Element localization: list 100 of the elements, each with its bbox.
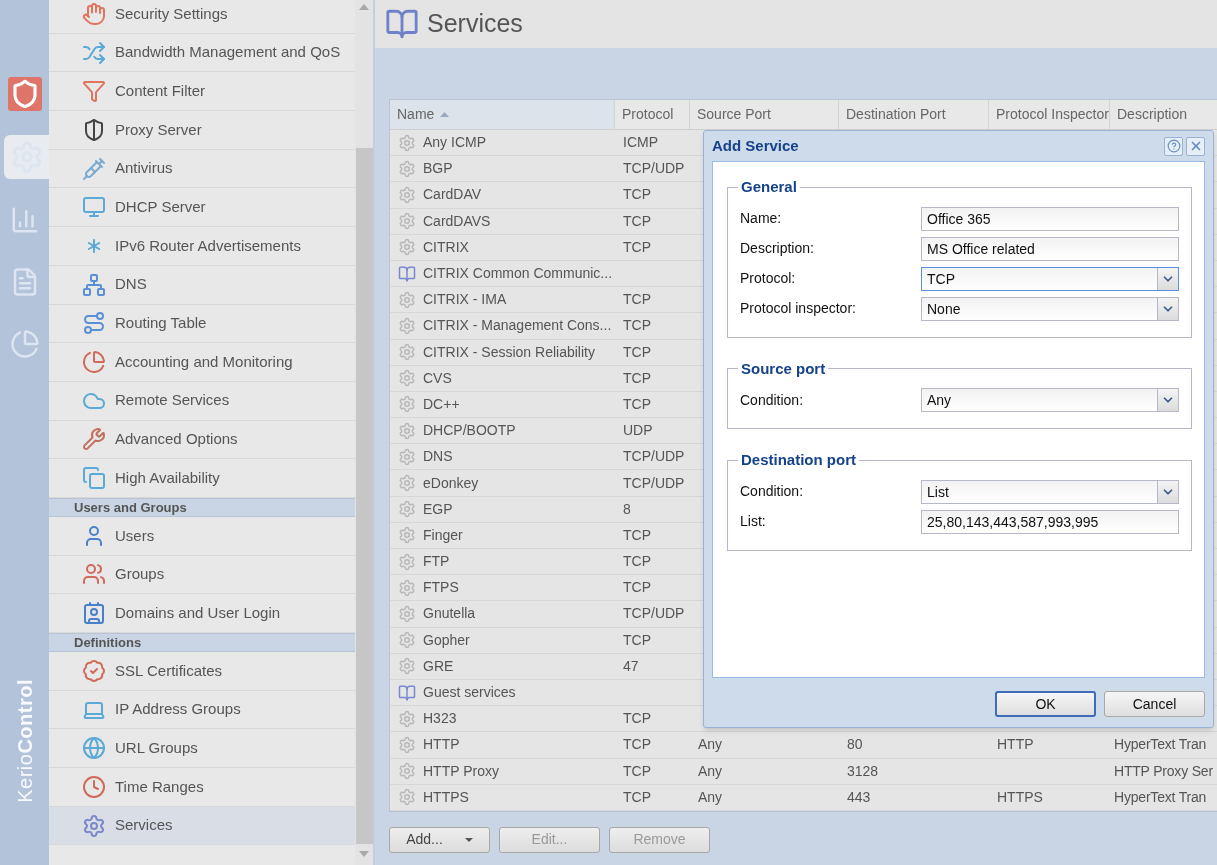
table-cell-text: DHCP/BOOTP <box>423 421 516 441</box>
table-cell-text: TCP <box>623 709 651 729</box>
table-cell-text: HTTP <box>997 735 1034 755</box>
field-label: Protocol: <box>740 269 797 288</box>
scroll-down-icon <box>359 851 369 857</box>
column-header[interactable]: Destination Port <box>839 100 989 129</box>
gear-icon <box>398 159 416 178</box>
dropdown-button[interactable] <box>1157 389 1178 411</box>
group-title: Destination port <box>740 450 857 470</box>
sidebar-item[interactable]: Services <box>49 806 355 846</box>
gear-icon <box>398 290 416 309</box>
scrollbar-thumb[interactable] <box>355 148 373 844</box>
dropdown-field[interactable]: TCP <box>921 266 1179 291</box>
table-cell-text: CardDAVS <box>423 211 491 231</box>
sidebar-item[interactable]: Security Settings <box>49 0 355 34</box>
gear-icon <box>398 212 416 231</box>
table-cell-text: Finger <box>423 525 463 545</box>
table-cell-text: BGP <box>423 159 453 179</box>
gear-icon <box>398 552 416 571</box>
table-cell-text: Gnutella <box>423 604 476 624</box>
table-row[interactable]: HTTPS TCP Any 443 HTTPS HyperText Tran <box>390 784 1217 811</box>
dropdown-button[interactable] <box>1157 297 1178 320</box>
column-header[interactable]: Source Port <box>690 100 839 129</box>
column-header[interactable]: Name <box>390 100 615 129</box>
gear-icon <box>398 369 416 388</box>
table-cell-text: Guest services <box>423 683 516 703</box>
table-cell-text: TCP/UDP <box>623 604 685 624</box>
dialog-button[interactable]: OK <box>995 691 1096 717</box>
gear-icon <box>398 395 416 414</box>
table-cell-text: 80 <box>847 735 863 755</box>
table-cell-text: GRE <box>423 656 454 676</box>
dropdown-field[interactable]: Any <box>921 388 1179 412</box>
dropdown-field[interactable]: None <box>921 296 1179 321</box>
close-button[interactable] <box>1186 136 1205 156</box>
table-cell-text: HTTP <box>423 735 460 755</box>
table-cell-text: ICMP <box>623 133 658 153</box>
table-cell-text: 443 <box>847 787 871 807</box>
scrollbar[interactable] <box>355 0 375 865</box>
gear-icon <box>398 788 416 807</box>
certificate-icon <box>82 658 106 683</box>
table-cell-text: TCP <box>623 630 651 650</box>
table-cell-text: CITRIX - Session Reliability <box>423 342 595 362</box>
table-cell-text: HyperText Tran <box>1114 735 1207 755</box>
gear-icon <box>398 604 416 623</box>
section-header: Definitions <box>49 633 355 652</box>
help-icon <box>1166 139 1181 153</box>
gear-icon <box>398 343 416 362</box>
table-cell-text: CVS <box>423 368 452 388</box>
column-header[interactable]: Protocol <box>615 100 690 129</box>
table-row[interactable]: HTTP TCP Any 80 HTTP HyperText Tran <box>390 732 1217 759</box>
dialog-title: Add Service <box>712 135 799 156</box>
table-cell-text: Any <box>698 735 723 755</box>
gear-icon <box>398 238 416 257</box>
rail-tab[interactable] <box>7 77 42 111</box>
route-icon <box>82 311 106 336</box>
dropdown-button[interactable] <box>1157 480 1178 503</box>
table-cell-text: 3128 <box>847 761 879 781</box>
gear-icon <box>398 631 416 650</box>
gear-icon <box>398 421 416 440</box>
table-cell-text: TCP <box>623 290 651 310</box>
page-title: Services <box>427 8 523 40</box>
book-icon <box>398 683 416 702</box>
field-label: List: <box>740 512 767 531</box>
table-cell-text: TCP <box>623 735 651 755</box>
dropdown-field[interactable]: List <box>921 479 1179 504</box>
table-cell-text: TCP <box>623 787 651 807</box>
table-cell-text: TCP <box>623 552 651 572</box>
network-icon <box>82 272 106 297</box>
table-cell-text: TCP <box>623 237 651 257</box>
help-button[interactable] <box>1164 136 1183 156</box>
table-cell-text: CITRIX - IMA <box>423 290 507 310</box>
table-cell-text: DNS <box>423 447 453 467</box>
monitor-icon <box>82 195 106 220</box>
column-header[interactable]: Protocol Inspector <box>989 100 1110 129</box>
shield-icon <box>82 117 106 142</box>
table-cell-text: Any <box>698 787 723 807</box>
table-cell-text: TCP <box>623 761 651 781</box>
table-cell-text: TCP <box>623 368 651 388</box>
table-cell-text: UDP <box>623 421 653 441</box>
table-cell-text: TCP <box>623 342 651 362</box>
text-field[interactable]: 25,80,143,443,587,993,995 <box>921 509 1179 534</box>
gear-icon <box>398 657 416 676</box>
field-label: Condition: <box>740 482 805 501</box>
group-title: Source port <box>740 358 827 379</box>
text-field[interactable]: Office 365 <box>921 206 1179 231</box>
table-cell-text: CITRIX <box>423 237 469 257</box>
table-cell-text: HTTP Proxy Ser <box>1114 761 1213 781</box>
text-field[interactable]: MS Office related <box>921 236 1179 261</box>
toolbar-button[interactable]: Add... <box>389 826 490 853</box>
table-row[interactable]: HTTP Proxy TCP Any 3128 HTTP Proxy Ser <box>390 758 1217 785</box>
dialog-button[interactable]: Cancel <box>1104 691 1205 717</box>
column-header[interactable]: Description <box>1110 100 1217 129</box>
dropdown-button[interactable] <box>1157 267 1178 290</box>
gear-icon <box>398 578 416 597</box>
table-cell-text: Any ICMP <box>423 133 486 153</box>
table-cell-text: HTTPS <box>423 787 469 807</box>
field-label: Protocol inspector: <box>740 299 857 318</box>
scroll-up-icon <box>359 4 369 10</box>
table-cell-text: CardDAV <box>423 185 482 205</box>
gear-icon <box>398 316 416 335</box>
